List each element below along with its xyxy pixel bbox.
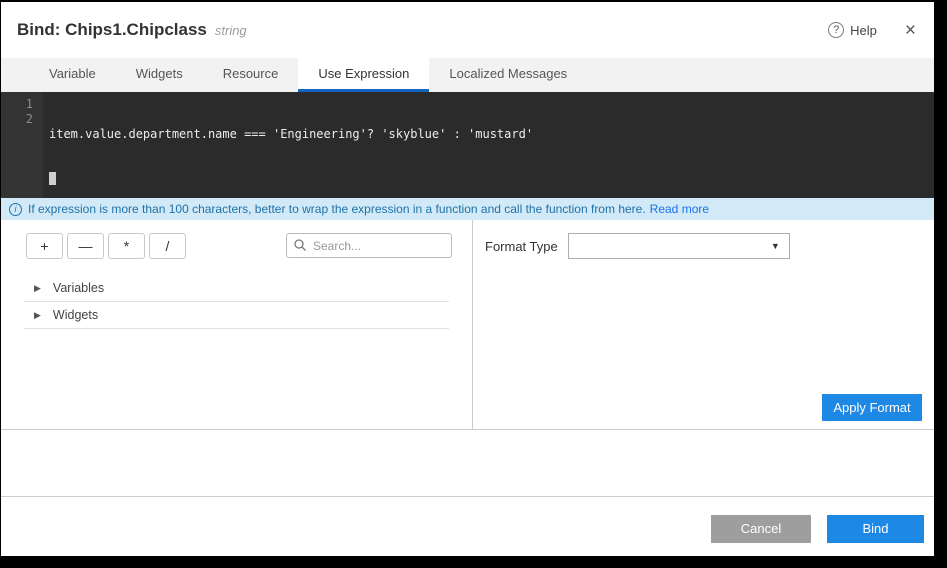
operator-plus-button[interactable]: + (26, 233, 63, 259)
bind-type-label: string (215, 23, 247, 38)
help-label: Help (850, 23, 877, 38)
expression-helper-panel: + — * / ▶ Variables ▶ Widgets (1, 220, 473, 429)
format-type-select[interactable]: ▼ (568, 233, 790, 259)
info-bar: i If expression is more than 100 charact… (1, 198, 934, 220)
code-line (49, 172, 934, 187)
line-number: 1 (1, 97, 33, 112)
search-icon (293, 238, 307, 252)
tab-widgets[interactable]: Widgets (116, 58, 203, 92)
apply-format-button[interactable]: Apply Format (822, 394, 922, 421)
empty-region (1, 430, 934, 496)
tree-item-variables[interactable]: ▶ Variables (24, 275, 449, 302)
tab-localized-messages[interactable]: Localized Messages (429, 58, 587, 92)
text-cursor (49, 172, 56, 185)
tab-resource[interactable]: Resource (203, 58, 299, 92)
expression-editor[interactable]: 1 2 item.value.department.name === 'Engi… (1, 92, 934, 198)
dialog-header: Bind: Chips1.Chipclass string ? Help × (1, 2, 934, 58)
cancel-button[interactable]: Cancel (711, 515, 811, 543)
line-number: 2 (1, 112, 33, 127)
bindings-tree: ▶ Variables ▶ Widgets (24, 275, 449, 329)
format-panel: Format Type ▼ Apply Format (473, 220, 934, 429)
operator-multiply-button[interactable]: * (108, 233, 145, 259)
format-type-row: Format Type ▼ (485, 233, 790, 259)
tab-variable[interactable]: Variable (29, 58, 116, 92)
read-more-link[interactable]: Read more (650, 202, 709, 216)
dropdown-arrow-icon: ▼ (771, 241, 780, 251)
tab-use-expression[interactable]: Use Expression (298, 58, 429, 92)
main-area: + — * / ▶ Variables ▶ Widgets (1, 220, 934, 430)
info-icon: i (9, 203, 22, 216)
bind-dialog: Bind: Chips1.Chipclass string ? Help × V… (1, 2, 934, 556)
tree-item-label: Variables (53, 281, 104, 295)
search-box (286, 233, 452, 258)
tree-item-label: Widgets (53, 308, 98, 322)
code-text: item.value.department.name === 'Engineer… (49, 127, 533, 141)
chevron-right-icon[interactable]: ▶ (34, 283, 41, 294)
operator-toolbar: + — * / (26, 233, 186, 259)
tree-item-widgets[interactable]: ▶ Widgets (24, 302, 449, 329)
tab-bar: Variable Widgets Resource Use Expression… (1, 58, 934, 92)
bind-button[interactable]: Bind (827, 515, 924, 543)
chevron-right-icon[interactable]: ▶ (34, 310, 41, 321)
header-actions: ? Help × (828, 21, 916, 40)
format-type-label: Format Type (485, 239, 558, 254)
search-input[interactable] (286, 233, 452, 258)
dialog-title: Bind: Chips1.Chipclass (17, 20, 207, 40)
close-icon[interactable]: × (905, 21, 916, 40)
code-area[interactable]: item.value.department.name === 'Engineer… (43, 92, 934, 198)
operator-divide-button[interactable]: / (149, 233, 186, 259)
help-icon: ? (828, 22, 844, 38)
help-button[interactable]: ? Help (828, 22, 877, 38)
info-text: If expression is more than 100 character… (28, 202, 646, 216)
code-line: item.value.department.name === 'Engineer… (49, 127, 934, 142)
line-number-gutter: 1 2 (1, 92, 43, 198)
dialog-footer: Cancel Bind (1, 496, 934, 556)
operator-minus-button[interactable]: — (67, 233, 104, 259)
